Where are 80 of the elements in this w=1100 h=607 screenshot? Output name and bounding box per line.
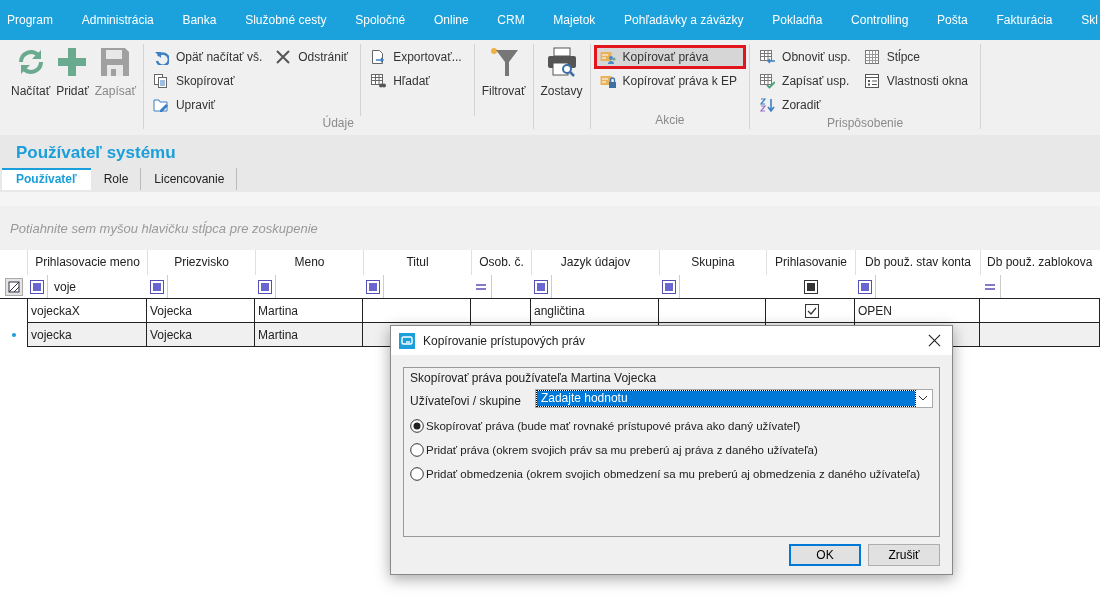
radio-option[interactable]: Pridať obmedzenia (okrem svojich obmedzení sa mu preberú aj obmedzenia z daného užívateľa)	[410, 462, 933, 486]
group-label: Akcie	[654, 113, 686, 129]
column-header[interactable]: Priezvisko	[147, 250, 255, 275]
checkbox[interactable]	[804, 303, 819, 318]
dialog-title: Kopírovanie prístupových práv	[423, 333, 587, 348]
filter-operator-icon[interactable]	[150, 279, 164, 294]
ribbon-button[interactable]: Kopírovať práva	[594, 46, 746, 68]
field-label: Užívateľovi / skupine	[410, 393, 521, 408]
radio-label: Skopírovať práva (bude mať rovnaké prístupové práva ako daný užívateľ)	[426, 420, 801, 432]
ribbon-button[interactable]: Filtrovať	[478, 44, 529, 102]
filter-operator-icon[interactable]	[258, 279, 272, 294]
group-hint: Potiahnite sem myšou hlavičku stĺpca pre zoskupenie	[10, 220, 318, 236]
table-cell: Vojecka	[147, 323, 255, 347]
page-title: Používateľ systému	[16, 142, 177, 164]
ribbon-button[interactable]: Stĺpce	[858, 46, 976, 68]
tab[interactable]: Licencovanie	[141, 168, 238, 190]
current-row-indicator	[11, 333, 16, 337]
ribbon-button[interactable]: Pridať	[53, 44, 92, 102]
people-card-icon	[599, 49, 616, 65]
radio-button[interactable]	[410, 419, 424, 433]
column-header[interactable]: Osob. č.	[471, 250, 531, 275]
ribbon-button[interactable]: Zostavy	[537, 44, 586, 102]
table-check-icon	[759, 73, 776, 89]
radio-option[interactable]: Pridať práva (okrem svojich práv sa mu preberú aj práva z daného užívateľa)	[410, 438, 933, 462]
app-icon	[399, 332, 415, 349]
close-icon[interactable]	[928, 334, 941, 347]
grid-icon	[863, 49, 880, 65]
tab[interactable]: Role	[90, 168, 142, 190]
ribbon-button[interactable]: Hľadať	[365, 70, 470, 92]
ribbon-button[interactable]: Upraviť	[147, 94, 271, 116]
plus-icon	[56, 46, 89, 78]
ribbon-button[interactable]: Obnoviť usp.	[754, 46, 859, 68]
printer-icon	[545, 46, 578, 78]
ribbon-button[interactable]: Kopírovať práva k EP	[594, 70, 746, 92]
column-header[interactable]: Meno	[255, 250, 363, 275]
filter-operator-icon[interactable]	[858, 279, 872, 294]
column-header[interactable]: Db použ. zablokova	[980, 250, 1100, 275]
ribbon-button[interactable]: Načítať	[8, 44, 54, 102]
filter-operator-icon[interactable]	[662, 279, 676, 294]
filter-operator-icon[interactable]	[366, 279, 380, 294]
clear-filter-icon[interactable]	[4, 277, 23, 296]
group-label: Prispôsobenie	[826, 116, 905, 130]
export-document-icon	[370, 49, 387, 65]
user-group-dropdown[interactable]: Zadajte hodnotu	[534, 388, 933, 408]
column-header[interactable]: Titul	[363, 250, 471, 275]
ribbon-button[interactable]: Vlastnosti okna	[858, 70, 976, 92]
table-cell: Martina	[255, 323, 363, 347]
sort-icon	[759, 97, 776, 113]
filter-checkbox[interactable]	[803, 279, 818, 294]
table-refresh-icon	[759, 49, 776, 65]
radio-label: Pridať obmedzenia (okrem svojich obmedzení sa mu preberú aj obmedzenia z daného užívateľa)	[426, 468, 921, 480]
radio-label: Pridať práva (okrem svojich práv sa mu preberú aj práva z daného užívateľa)	[426, 444, 818, 456]
radio-option[interactable]: Skopírovať práva (bude mať rovnaké prístupové práva ako daný užívateľ)	[410, 414, 933, 438]
folder-edit-icon	[152, 97, 169, 113]
dialog-button[interactable]: Zrušiť	[868, 544, 940, 566]
dialog-text: Skopírovať práva používateľa Martina Vojecka	[410, 370, 658, 386]
ribbon-button[interactable]: Zoradiť	[754, 94, 859, 116]
ribbon-button[interactable]: Odstrániť	[270, 46, 357, 68]
copy-icon	[152, 73, 169, 89]
ribbon-button[interactable]: Zapísať usp.	[754, 70, 859, 92]
group-label: Údaje	[321, 116, 355, 130]
column-header[interactable]: Prihlasovacie meno	[27, 250, 147, 275]
dialog-button[interactable]: OK	[789, 544, 861, 566]
form-window-icon	[863, 73, 880, 89]
ribbon-button[interactable]: Exportovať...	[365, 46, 470, 68]
ribbon-button[interactable]: Opäť načítať vš.	[147, 46, 271, 68]
column-header[interactable]: Skupina	[659, 250, 766, 275]
filter-operator-icon[interactable]	[30, 279, 44, 294]
close-icon	[275, 49, 292, 65]
ribbon-button[interactable]: Skopírovať	[147, 70, 271, 92]
filter-field[interactable]: voje	[54, 279, 76, 294]
filter-operator-icon[interactable]	[534, 279, 548, 294]
radio-button[interactable]	[410, 443, 424, 457]
column-header[interactable]: Db použ. stav konta	[855, 250, 980, 275]
column-header[interactable]: Jazyk údajov	[531, 250, 659, 275]
table-cell: vojecka	[27, 323, 147, 347]
table-search-icon	[370, 73, 387, 89]
card-lock-icon	[599, 73, 616, 89]
radio-button[interactable]	[410, 467, 424, 481]
column-header[interactable]: Prihlasovanie	[766, 250, 855, 275]
